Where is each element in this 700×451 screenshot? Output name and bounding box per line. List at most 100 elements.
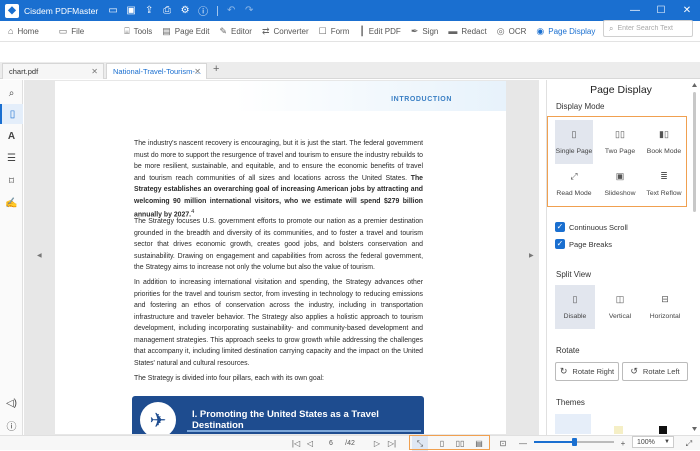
fit-page-icon[interactable]: ⊡ [497, 436, 509, 451]
split-label: Vertical [608, 313, 632, 320]
last-page-icon[interactable]: ▷| [386, 436, 398, 451]
tab-label: chart.pdf [9, 67, 39, 76]
outline-panel-icon[interactable]: ☰ [0, 148, 23, 168]
converter-button[interactable]: ⇄ Converter [257, 21, 314, 42]
panel-scrollbar[interactable] [691, 82, 698, 432]
form-label: Form [330, 26, 350, 36]
home-button[interactable]: ⌂ Home [0, 21, 44, 42]
mode-text-reflow[interactable]: ≣ Text Reflow [645, 165, 683, 205]
info-icon[interactable]: ⓘ [194, 0, 212, 21]
zoom-select[interactable]: 100% ▼ [632, 436, 674, 448]
page-display-button[interactable]: ◉ Page Display [531, 21, 600, 42]
page-breaks-checkbox[interactable]: ✓ Page Breaks [555, 239, 612, 249]
checkmark-icon: ✓ [555, 222, 565, 232]
rotate-right-button[interactable]: ↻ Rotate Right [555, 362, 619, 381]
ocr-button[interactable]: ◎ OCR [492, 21, 532, 42]
split-horizontal[interactable]: ⊟ Horizontal [645, 285, 685, 329]
maximize-button[interactable]: ☐ [650, 0, 672, 21]
collapse-left-icon[interactable]: ◀ [37, 252, 42, 259]
view-mode-highlight [409, 435, 490, 450]
sign-button[interactable]: ✒ Sign [406, 21, 444, 42]
close-tab-icon[interactable]: ✕ [194, 67, 201, 76]
folder-icon[interactable]: ▭ [104, 0, 122, 21]
slideshow-icon: ▣ [615, 171, 625, 181]
mode-book[interactable]: ▮▯ Book Mode [645, 120, 683, 164]
theme-swatch-5[interactable] [659, 426, 667, 434]
converter-label: Converter [273, 26, 309, 36]
print-icon[interactable]: ⎙ [158, 0, 176, 21]
first-page-icon[interactable]: |◁ [290, 436, 302, 451]
page-edit-icon: ▤ [162, 25, 171, 36]
search-panel-icon[interactable]: ⌕ [0, 83, 23, 103]
checkmark-icon: ✓ [555, 239, 565, 249]
scroll-up-icon [692, 83, 697, 87]
search-box[interactable]: ⌕ [603, 20, 693, 37]
split-disable-icon: ▯ [572, 294, 578, 304]
left-sidebar: ⌕ ▯ A ☰ ⌑ ✍ ◁) ⓘ [0, 80, 23, 435]
signature-panel-icon[interactable]: ✍ [0, 193, 23, 213]
continuous-scroll-checkbox[interactable]: ✓ Continuous Scroll [555, 222, 628, 232]
toolbox-icon: ⌸ [124, 25, 130, 36]
redact-button[interactable]: ▬ Redact [443, 21, 491, 42]
settings-icon[interactable]: ⚙ [176, 0, 194, 21]
rotate-left-button[interactable]: ↺ Rotate Left [622, 362, 688, 381]
eye-icon: ◉ [536, 25, 545, 36]
search-icon: ⌕ [609, 23, 614, 33]
page-breaks-label: Page Breaks [569, 239, 612, 249]
save-icon[interactable]: ▣ [122, 0, 140, 21]
text-edit-icon: ┃ [359, 25, 365, 36]
split-vertical[interactable]: ◫ Vertical [600, 285, 640, 329]
thumbnail-panel-icon[interactable]: ▯ [0, 104, 23, 124]
section-header: INTRODUCTION [391, 96, 452, 103]
theme-swatch-3[interactable] [614, 426, 623, 434]
search-input[interactable] [617, 25, 688, 32]
close-tab-icon[interactable]: ✕ [91, 67, 98, 76]
main-toolbar: ⌂ Home ▭ File ⌸ Tools ▤ Page Edit ✎ Editor ⇄ C… [0, 21, 700, 42]
theme-swatch-1[interactable] [555, 414, 591, 434]
tools-label: Tools [133, 26, 153, 36]
tab-national-travel-tourism[interactable]: National-Travel-Tourism-... ✕ [106, 63, 207, 79]
close-button[interactable]: ✕ [676, 0, 698, 21]
zoom-slider-fill [534, 441, 574, 443]
prev-page-icon[interactable]: ◁ [305, 436, 315, 451]
split-label: Horizontal [649, 313, 681, 320]
mode-single-page[interactable]: ▯ Single Page [555, 120, 593, 164]
info-icon[interactable]: ⓘ [0, 415, 23, 435]
document-tab-bar: chart.pdf ✕ National-Travel-Tourism-... … [0, 62, 700, 79]
zoom-slider[interactable] [534, 438, 614, 446]
split-disable[interactable]: ▯ Disable [555, 285, 595, 329]
mode-slideshow[interactable]: ▣ Slideshow [601, 165, 639, 205]
redact-label: Redact [461, 26, 487, 36]
zoom-in-icon[interactable]: + [618, 436, 628, 451]
tools-button[interactable]: ⌸ Tools [119, 21, 157, 42]
minimize-button[interactable]: — [624, 0, 646, 21]
mode-read[interactable]: ⤢ Read Mode [555, 165, 593, 205]
mode-two-page[interactable]: ▯▯ Two Page [601, 120, 639, 164]
home-label: Home [17, 26, 39, 36]
undo-icon[interactable]: ↶ [222, 0, 240, 21]
zoom-slider-knob[interactable] [572, 438, 577, 446]
speaker-icon[interactable]: ◁) [0, 393, 23, 413]
fullscreen-icon[interactable]: ⤢ [683, 436, 695, 451]
next-page-icon[interactable]: ▷ [372, 436, 382, 451]
add-tab-icon[interactable]: + [213, 63, 219, 75]
form-button[interactable]: ☐ Form [314, 21, 355, 42]
rotate-right-label: Rotate Right [572, 367, 615, 376]
share-icon[interactable]: ⇪ [140, 0, 158, 21]
collapse-right-icon[interactable]: ▶ [529, 252, 534, 259]
text-panel-icon[interactable]: A [0, 126, 23, 146]
page-number-input[interactable] [320, 438, 342, 449]
display-mode-label: Display Mode [556, 102, 605, 111]
tab-chart-pdf[interactable]: chart.pdf ✕ [2, 63, 104, 79]
editor-button[interactable]: ✎ Editor [215, 21, 257, 42]
page-edit-button[interactable]: ▤ Page Edit [157, 21, 214, 42]
ocr-icon: ◎ [496, 25, 505, 36]
pdf-page: INTRODUCTION The industry's nascent reco… [55, 81, 506, 434]
file-button[interactable]: ▭ File [54, 21, 89, 42]
redo-icon[interactable]: ↷ [240, 0, 258, 21]
edit-pdf-button[interactable]: ┃ Edit PDF [354, 21, 405, 42]
zoom-out-icon[interactable]: — [518, 436, 528, 451]
bookmark-panel-icon[interactable]: ⌑ [0, 171, 23, 191]
two-page-icon: ▯▯ [615, 129, 625, 139]
globe-plane-icon: ✈ [138, 400, 178, 434]
